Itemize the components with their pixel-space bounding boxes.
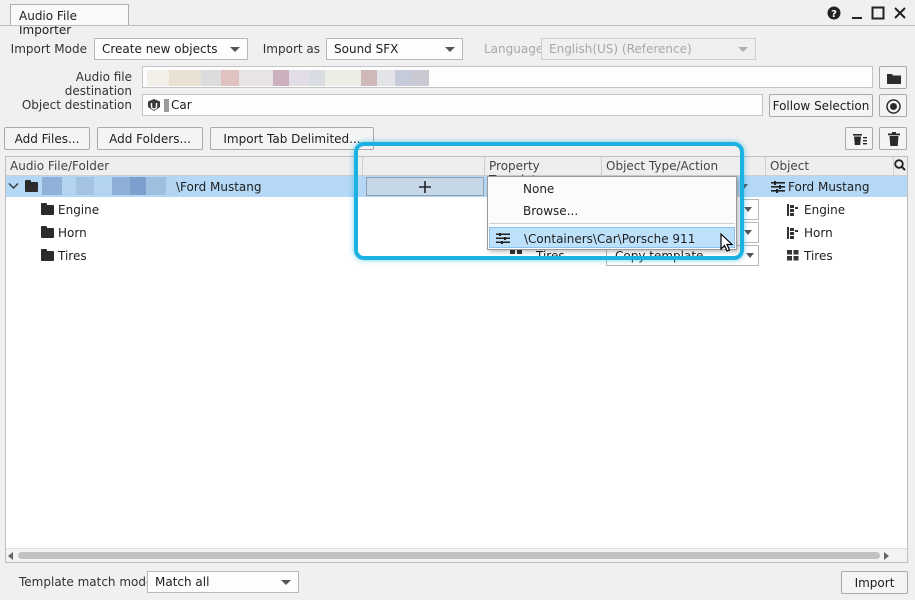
object-dest-value: Car — [171, 98, 192, 112]
redacted-path — [413, 70, 429, 86]
audio-dest-label: Audio file destination — [64, 70, 132, 98]
svg-text:?: ? — [831, 9, 837, 20]
browse-folder-button[interactable] — [879, 66, 907, 89]
import-mode-select[interactable]: Create new objects — [94, 38, 248, 60]
import-tab-delimited-button[interactable]: Import Tab Delimited... — [210, 127, 374, 150]
template-match-value: Match all — [155, 575, 210, 589]
close-icon[interactable] — [893, 6, 907, 20]
folder-icon — [25, 180, 38, 192]
scroll-right-icon[interactable] — [884, 552, 889, 560]
color-swatch — [164, 99, 169, 112]
import-as-value: Sound SFX — [334, 42, 399, 56]
chevron-down-icon — [8, 183, 19, 189]
scrollbar-thumb[interactable] — [18, 552, 880, 559]
add-files-label: Add Files... — [14, 132, 80, 146]
folder-icon — [41, 249, 54, 261]
template-match-select[interactable]: Match all — [147, 571, 299, 593]
redacted-path — [309, 70, 325, 86]
titlebar-divider — [0, 25, 915, 26]
help-icon[interactable]: ? — [827, 6, 841, 20]
import-mode-label: Import Mode — [10, 42, 87, 56]
delete-selected-button[interactable] — [845, 127, 873, 150]
container-icon — [771, 181, 785, 193]
child-folder-name: Tires — [58, 249, 87, 263]
language-select: English(US) (Reference) — [541, 38, 756, 60]
import-button[interactable]: Import — [841, 571, 908, 594]
object-dest-label: Object destination — [21, 98, 132, 112]
redacted-path — [147, 70, 169, 86]
follow-selection-label: Follow Selection — [772, 99, 870, 113]
redacted-path — [42, 177, 178, 195]
chevron-down-icon — [738, 47, 748, 52]
add-files-button[interactable]: Add Files... — [4, 127, 90, 150]
add-folders-button[interactable]: Add Folders... — [97, 127, 203, 150]
trash-icon — [888, 132, 900, 146]
minimize-icon[interactable] — [850, 6, 864, 20]
redacted-path — [239, 70, 273, 86]
chevron-down-icon — [744, 230, 752, 235]
chevron-down-icon — [744, 207, 752, 212]
search-icon — [894, 159, 906, 171]
redacted-path — [395, 70, 413, 86]
redacted-path — [361, 70, 377, 86]
follow-selection-button[interactable]: Follow Selection — [769, 94, 873, 117]
object-dest-field[interactable]: Car — [142, 94, 763, 116]
redacted-path — [325, 70, 361, 86]
delete-list-icon — [853, 134, 867, 145]
redacted-path — [201, 70, 221, 86]
chevron-down-icon — [230, 47, 240, 52]
root-folder-name: \Ford Mustang — [176, 180, 262, 194]
import-tab-delimited-label: Import Tab Delimited... — [223, 132, 361, 146]
add-folders-label: Add Folders... — [109, 132, 191, 146]
chevron-down-icon — [281, 580, 291, 585]
col-audio-label: Audio File/Folder — [10, 159, 110, 173]
redacted-path — [289, 70, 309, 86]
redacted-path — [377, 70, 395, 86]
language-label: Language — [484, 42, 544, 56]
scroll-left-icon[interactable] — [8, 552, 13, 560]
col-object-label: Object — [770, 159, 810, 173]
chevron-down-icon — [746, 253, 754, 258]
template-match-label: Template match mode — [19, 575, 154, 589]
child-folder-name: Horn — [58, 226, 87, 240]
random-container-icon — [787, 250, 799, 261]
import-as-select[interactable]: Sound SFX — [326, 38, 463, 60]
audio-dest-field[interactable] — [142, 66, 873, 88]
import-button-label: Import — [854, 576, 895, 590]
horizontal-scrollbar[interactable] — [6, 548, 907, 562]
folder-icon — [41, 226, 54, 238]
clear-all-button[interactable] — [879, 127, 907, 150]
redacted-path — [169, 70, 201, 86]
child-folder-name: Engine — [58, 203, 100, 217]
blend-container-icon — [787, 227, 798, 239]
col-object[interactable]: Object — [766, 157, 894, 176]
blend-container-icon — [787, 204, 798, 216]
highlight-outline — [354, 142, 744, 260]
target-button[interactable] — [879, 94, 907, 117]
language-value: English(US) (Reference) — [549, 42, 692, 56]
target-icon — [886, 99, 901, 114]
root-object-name: Ford Mustang — [788, 180, 870, 194]
redacted-path — [273, 70, 289, 86]
window-tab[interactable]: Audio File Importer — [10, 4, 129, 37]
object-name: Horn — [804, 226, 833, 240]
import-as-label: Import as — [262, 42, 320, 56]
folder-icon — [41, 203, 54, 215]
folder-icon — [887, 74, 901, 84]
col-audio-file[interactable]: Audio File/Folder — [6, 157, 363, 176]
maximize-icon[interactable] — [871, 6, 885, 20]
object-name: Engine — [804, 203, 846, 217]
window-title: Audio File Importer — [19, 9, 78, 37]
chevron-down-icon — [445, 47, 455, 52]
work-unit-icon — [148, 99, 160, 111]
import-mode-value: Create new objects — [102, 42, 218, 56]
object-name: Tires — [804, 249, 833, 263]
redacted-path — [221, 70, 239, 86]
